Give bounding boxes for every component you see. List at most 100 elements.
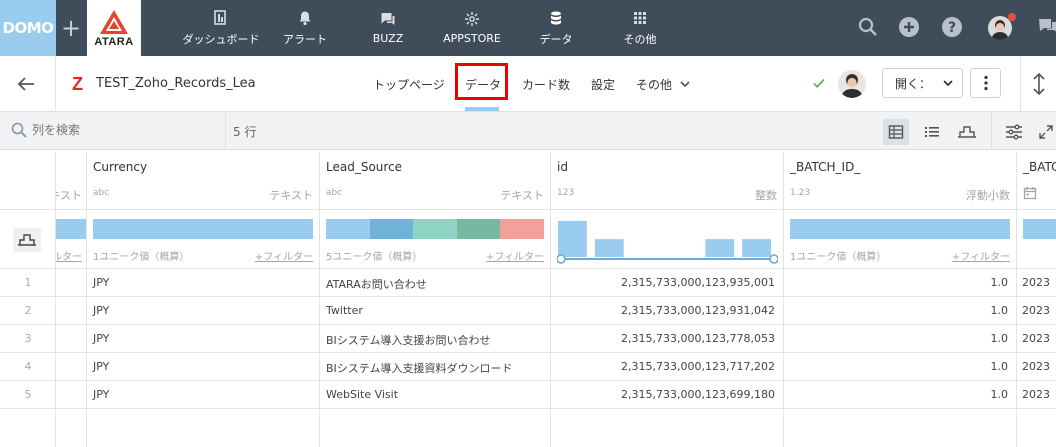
list-icon — [925, 127, 939, 137]
column-profile-bar — [790, 219, 1010, 239]
row-divider — [0, 408, 1056, 409]
cell-lead-source[interactable]: BIシステム導入支援お問い合わせ — [326, 332, 490, 348]
vertical-dots-icon — [983, 75, 988, 91]
nav-data[interactable]: データ — [535, 0, 577, 56]
add-filter-link[interactable]: +フィルター — [255, 248, 313, 263]
cell-batch-id[interactable]: 1.0 — [790, 332, 1009, 345]
range-slider-handle[interactable] — [557, 254, 566, 264]
histogram-bar — [705, 239, 735, 257]
nav-dashboard[interactable]: ダッシュボード — [181, 0, 261, 56]
column-partial-left[interactable]: キスト ルター — [56, 151, 87, 447]
cell-id[interactable]: 2,315,733,000,123,717,202 — [557, 360, 775, 373]
column-header[interactable]: _BATC — [1023, 160, 1056, 174]
row-divider — [0, 209, 1056, 210]
column-batch-id[interactable]: _BATCH_ID_ 1.23 浮動小数 1ユニーク値（概算） +フィルター — [784, 151, 1017, 447]
nav-appstore-label: APPSTORE — [443, 32, 501, 45]
cell-batch-last-run[interactable]: 2023 — [1022, 388, 1050, 401]
add-filter-link[interactable]: +フィルター — [486, 248, 544, 263]
nav-more[interactable]: その他 — [620, 0, 660, 56]
unique-count: 1ユニーク値（概算） — [93, 252, 190, 263]
list-view-button[interactable] — [919, 119, 945, 145]
column-batch-last-run[interactable]: _BATC — [1017, 151, 1056, 447]
cell-id[interactable]: 2,315,733,000,123,778,053 — [557, 332, 775, 345]
cell-lead-source[interactable]: BIシステム導入支援資料ダウンロード — [326, 360, 512, 376]
tab-settings[interactable]: 設定 — [591, 56, 615, 112]
column-header[interactable]: Currency — [93, 160, 147, 174]
search-icon[interactable] — [857, 16, 879, 38]
cell-lead-source[interactable]: ATARAお問い合わせ — [326, 276, 427, 292]
cell-lead-source[interactable]: WebSite Visit — [326, 388, 398, 401]
fullscreen-button[interactable] — [1036, 119, 1056, 145]
cell-batch-id[interactable]: 1.0 — [790, 304, 1009, 317]
sliders-icon — [1006, 124, 1022, 140]
column-currency[interactable]: Currency abc テキスト 1ユニーク値（概算） +フィルター — [87, 151, 320, 447]
cell-currency[interactable]: JPY — [93, 276, 109, 289]
nav-appstore[interactable]: APPSTORE — [440, 0, 504, 56]
row-count: 5 行 — [233, 125, 257, 139]
cell-currency[interactable]: JPY — [93, 332, 109, 345]
open-button-label: 開く： — [895, 76, 932, 91]
cell-batch-id[interactable]: 1.0 — [790, 388, 1009, 401]
column-header[interactable]: id — [557, 160, 568, 174]
help-icon[interactable]: ? — [941, 16, 963, 38]
row-divider — [0, 380, 1056, 381]
add-circle-icon[interactable] — [898, 16, 920, 38]
cell-id[interactable]: 2,315,733,000,123,935,001 — [557, 276, 775, 289]
profile-segment — [456, 219, 501, 239]
add-filter-link[interactable]: +フィルター — [952, 248, 1010, 263]
range-slider-handle[interactable] — [769, 254, 778, 264]
row-number: 4 — [24, 360, 32, 373]
atara-logo[interactable]: ATARA — [87, 0, 141, 56]
cell-batch-id[interactable]: 1.0 — [790, 276, 1009, 289]
cell-currency[interactable]: JPY — [93, 304, 109, 317]
row-divider — [0, 296, 1056, 297]
profile-toggle-button[interactable] — [13, 228, 41, 252]
column-settings-button[interactable] — [1001, 119, 1027, 145]
open-button[interactable]: 開く： — [882, 68, 963, 98]
buzz-chat-icon[interactable] — [1038, 17, 1056, 37]
cell-id[interactable]: 2,315,733,000,123,699,180 — [557, 388, 775, 401]
column-type-name: 浮動小数 — [966, 189, 1010, 202]
tab-more[interactable]: その他 — [636, 56, 692, 112]
id-histogram — [557, 220, 778, 264]
cell-id[interactable]: 2,315,733,000,123,931,042 — [557, 304, 775, 317]
nav-alerts-label: アラート — [283, 32, 327, 46]
column-id[interactable]: id 123 整数 — [551, 151, 784, 447]
expand-vertical-icon[interactable] — [1029, 72, 1049, 96]
appstore-icon — [465, 12, 479, 26]
cell-currency[interactable]: JPY — [93, 360, 109, 373]
column-header[interactable]: Lead_Source — [326, 160, 402, 174]
cell-currency[interactable]: JPY — [93, 388, 109, 401]
add-button[interactable]: + — [58, 10, 84, 46]
expand-icon — [1039, 125, 1053, 139]
data-grid: キスト ルター Currency abc テキスト 1ユニーク値（概算） +フィ… — [0, 151, 1056, 447]
domo-logo[interactable]: DOMO — [0, 0, 56, 56]
bell-icon — [299, 11, 311, 25]
cell-batch-last-run[interactable]: 2023 — [1022, 304, 1050, 317]
tab-cards[interactable]: カード数 — [522, 56, 570, 112]
more-options-button[interactable] — [970, 68, 1001, 98]
dashboard-icon — [214, 9, 226, 25]
nav-alerts[interactable]: アラート — [280, 0, 330, 56]
back-arrow-icon[interactable] — [14, 72, 38, 96]
tab-overview[interactable]: トップページ — [373, 56, 445, 112]
nav-buzz[interactable]: BUZZ — [365, 0, 411, 56]
column-header[interactable]: _BATCH_ID_ — [790, 160, 860, 174]
profile-view-button[interactable] — [954, 119, 980, 145]
database-icon — [551, 11, 561, 24]
column-profile-bar — [1023, 219, 1056, 239]
cell-lead-source[interactable]: Twitter — [326, 304, 363, 317]
add-filter-link[interactable]: ルター — [56, 248, 82, 263]
cell-batch-last-run[interactable]: 2023 — [1022, 332, 1050, 345]
divider — [225, 112, 226, 150]
column-search-input[interactable] — [32, 118, 212, 142]
dataset-name: TEST_Zoho_Records_Leads — [96, 76, 256, 91]
cell-batch-last-run[interactable]: 2023 — [1022, 276, 1050, 289]
column-type-name: 整数 — [755, 189, 777, 202]
tab-more-label: その他 — [636, 77, 673, 92]
owner-avatar[interactable] — [838, 70, 866, 98]
column-lead-source[interactable]: Lead_Source abc テキスト 5ユニーク値（概算） +フィルター — [320, 151, 551, 447]
table-view-button[interactable] — [883, 119, 909, 145]
cell-batch-last-run[interactable]: 2023 — [1022, 360, 1050, 373]
cell-batch-id[interactable]: 1.0 — [790, 360, 1009, 373]
